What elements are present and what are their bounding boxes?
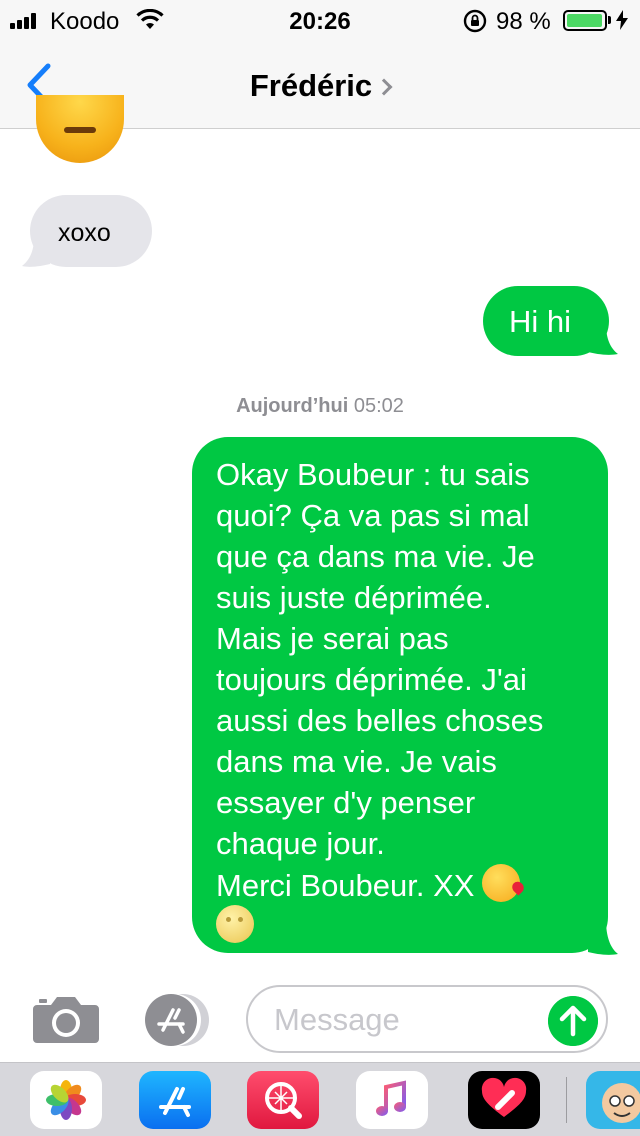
app-store-icon[interactable] (139, 1071, 211, 1129)
face-blowing-kiss-emoji-icon (482, 864, 521, 902)
photos-icon[interactable] (30, 1071, 102, 1129)
message-text: Hi hi (509, 304, 572, 339)
message-input-field[interactable] (246, 985, 608, 1053)
incoming-message-bubble[interactable]: xoxo (30, 195, 152, 267)
full-moon-face-emoji-icon (216, 905, 254, 943)
message-line: quoi? Ça va pas si mal (216, 498, 530, 533)
message-line: toujours déprimée. J'ai (216, 662, 527, 697)
message-line: essayer d'y penser (216, 785, 476, 820)
chevron-right-icon (375, 78, 393, 96)
message-line-last: Merci Boubeur. XX (216, 864, 598, 905)
digital-touch-icon[interactable] (468, 1071, 540, 1129)
outgoing-message-bubble[interactable]: Hi hi (483, 286, 609, 356)
timestamp-day: Aujourd’hui (236, 395, 349, 417)
rotation-lock-icon (463, 9, 487, 33)
message-line: chaque jour. (216, 826, 385, 861)
message-line: Merci Boubeur. XX (216, 868, 475, 903)
message-emoji-line (216, 905, 598, 946)
imessage-app-drawer (0, 1062, 640, 1136)
memoji-icon[interactable] (586, 1071, 640, 1129)
drawer-divider (566, 1077, 567, 1123)
web-search-icon[interactable] (247, 1071, 319, 1129)
battery-icon (563, 10, 607, 31)
message-line: que ça dans ma vie. Je (216, 539, 535, 574)
message-line: suis juste déprimée. (216, 580, 492, 615)
app-store-drawer-icon[interactable] (139, 992, 213, 1048)
music-icon[interactable] (356, 1071, 428, 1129)
message-line: Okay Boubeur : tu sais (216, 457, 530, 492)
message-line: dans ma vie. Je vais (216, 744, 497, 779)
camera-icon[interactable] (33, 993, 99, 1043)
status-bar: Koodo 20:26 98 % (0, 0, 640, 40)
charging-bolt-icon (616, 10, 628, 30)
message-line: aussi des belles choses (216, 703, 544, 738)
timestamp-time: 05:02 (353, 395, 404, 417)
message-input[interactable] (274, 1001, 534, 1039)
expressionless-face-emoji (36, 95, 124, 163)
contact-name: Frédéric (249, 68, 373, 103)
message-line: Mais je serai pas (216, 621, 449, 656)
battery-percent: 98 % (496, 8, 551, 35)
send-arrow-icon[interactable] (548, 996, 598, 1046)
battery-nub (608, 16, 611, 24)
message-timestamp: Aujourd’hui 05:02 (0, 395, 640, 418)
outgoing-message-bubble-long[interactable]: Okay Boubeur : tu sais quoi? Ça va pas s… (192, 437, 608, 953)
message-text: xoxo (58, 219, 111, 247)
